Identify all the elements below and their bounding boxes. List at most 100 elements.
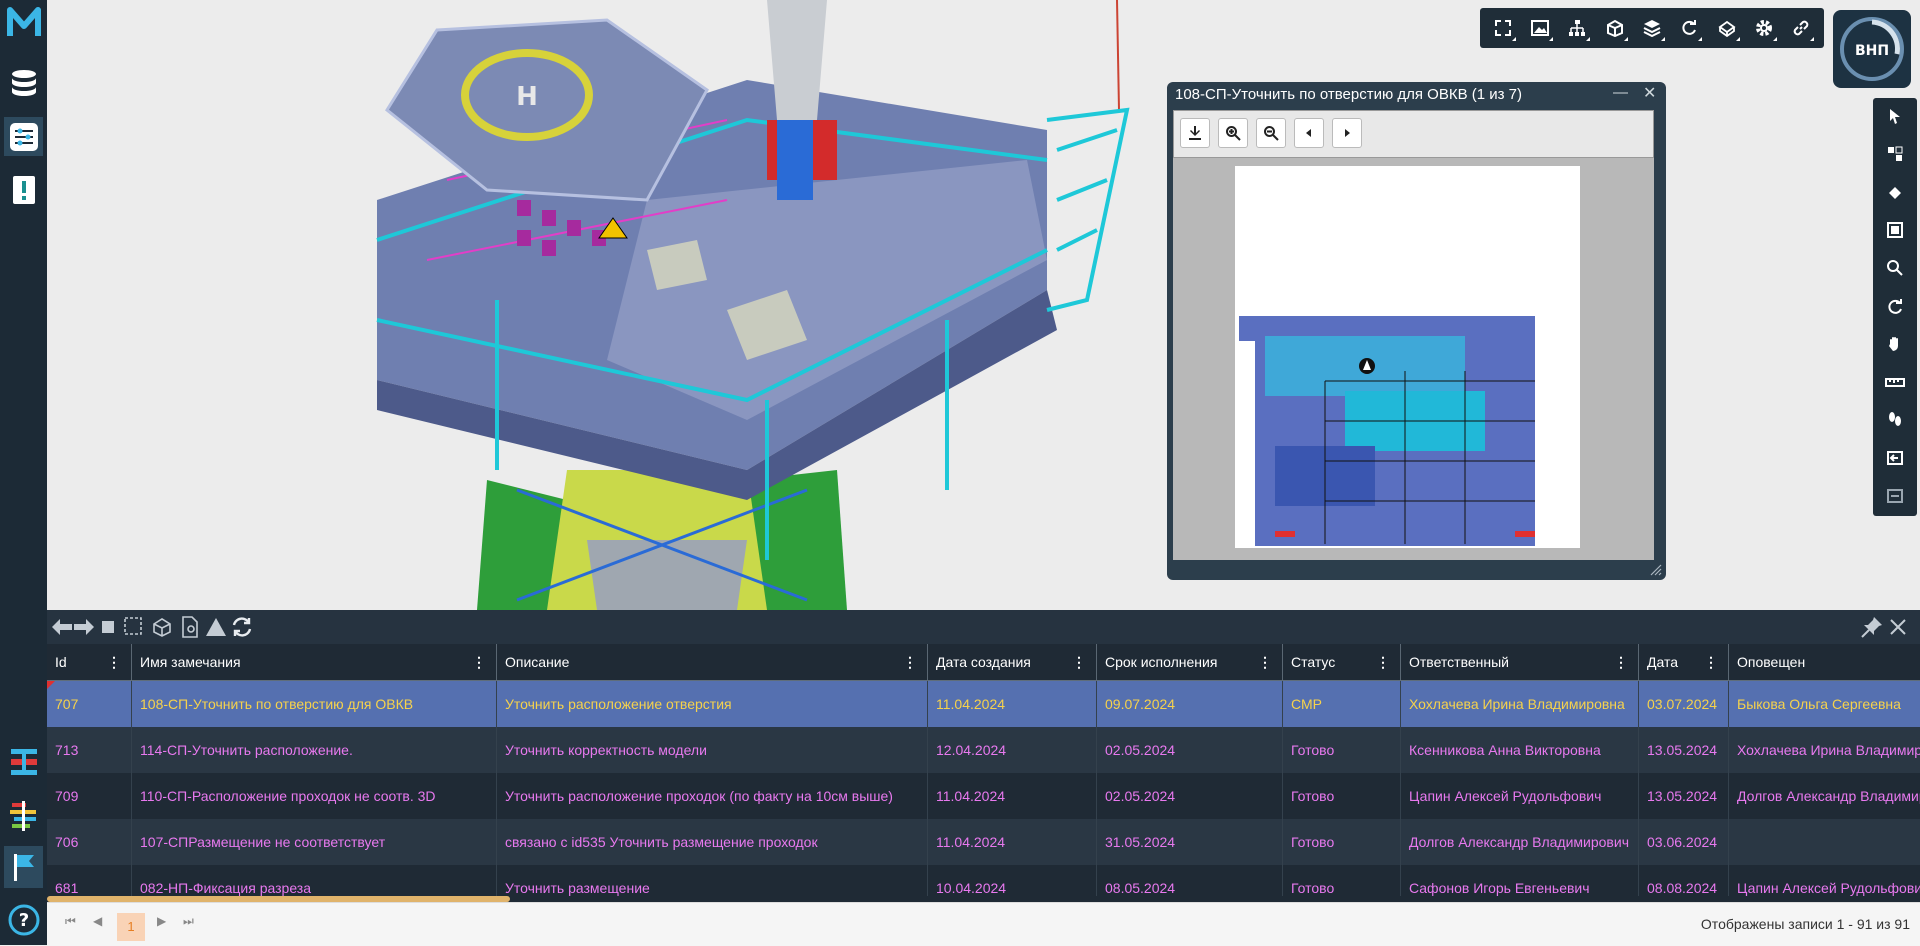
- cell-id: 713: [47, 727, 132, 773]
- pagination-bar: ⏮ ◀ 1 ▶ ⏭ Отображены записи 1 - 91 из 91: [47, 902, 1920, 946]
- isolate-icon[interactable]: [1879, 176, 1911, 208]
- pin-icon[interactable]: [1859, 614, 1885, 640]
- app-logo-icon[interactable]: [4, 2, 43, 41]
- column-header[interactable]: Ответственный ⋮: [1401, 644, 1639, 680]
- column-header[interactable]: Статус ⋮: [1283, 644, 1401, 680]
- column-header[interactable]: Имя замечания ⋮: [132, 644, 497, 680]
- fit-view-icon[interactable]: [1879, 214, 1911, 246]
- issues-table: Id ⋮ Имя замечания ⋮ Описание ⋮ Дата создан…: [47, 644, 1920, 902]
- table-row[interactable]: 707 108-СП-Уточнить по отверстию для ОВК…: [47, 681, 1920, 727]
- select-box-icon[interactable]: [95, 614, 121, 640]
- svg-text:H: H: [516, 82, 538, 112]
- document-title: 108-СП-Уточнить по отверстию для ОВКВ (1…: [1175, 86, 1523, 103]
- column-label: Срок исполнения: [1105, 654, 1218, 670]
- current-page-button[interactable]: 1: [117, 913, 145, 941]
- back-icon[interactable]: [1879, 442, 1911, 474]
- column-menu-icon[interactable]: ⋮: [107, 644, 121, 680]
- prev-page-icon[interactable]: [1294, 118, 1324, 148]
- cell-issue-name: 114-СП-Уточнить расположение.: [132, 727, 497, 773]
- close-button[interactable]: ✕: [1643, 83, 1656, 103]
- cell-created-date: 11.04.2024: [928, 681, 1097, 727]
- issues-panel-toolbar: [47, 610, 1920, 644]
- download-icon[interactable]: [1180, 118, 1210, 148]
- cell-created-date: 12.04.2024: [928, 727, 1097, 773]
- table-row[interactable]: 713 114-СП-Уточнить расположение. Уточни…: [47, 727, 1920, 773]
- hierarchy-icon[interactable]: [1561, 12, 1593, 44]
- last-page-button[interactable]: ⏭: [183, 914, 194, 929]
- zoom-out-icon[interactable]: [1256, 118, 1286, 148]
- table-row[interactable]: 706 107-СПРазмещение не соответствует св…: [47, 819, 1920, 865]
- cell-responsible: Цапин Алексей Рудольфович: [1401, 773, 1639, 819]
- column-menu-icon[interactable]: ⋮: [1072, 644, 1086, 680]
- next-page-button[interactable]: ▶: [157, 914, 166, 928]
- resize-handle-icon[interactable]: [1650, 564, 1662, 576]
- database-icon[interactable]: [4, 64, 43, 103]
- cell-id: 706: [47, 819, 132, 865]
- refresh-icon[interactable]: [229, 614, 255, 640]
- select-cursor-icon[interactable]: [1879, 100, 1911, 132]
- column-header[interactable]: Срок исполнения ⋮: [1097, 644, 1283, 680]
- table-header: Id ⋮ Имя замечания ⋮ Описание ⋮ Дата создан…: [47, 644, 1920, 681]
- cell-notified: Хохлачева Ирина Владимировна: [1737, 742, 1920, 758]
- cell-responsible: Долгов Александр Владимирович: [1401, 819, 1639, 865]
- select-area-icon[interactable]: [121, 614, 147, 640]
- help-icon[interactable]: ?: [4, 900, 43, 939]
- cell-id: 707: [47, 681, 132, 727]
- issue-report-icon[interactable]: [4, 170, 43, 209]
- cell-due-date: 09.07.2024: [1097, 681, 1283, 727]
- column-menu-icon[interactable]: ⋮: [1704, 644, 1718, 680]
- document-toolbar: [1173, 110, 1654, 158]
- prev-page-button[interactable]: ◀: [93, 914, 102, 928]
- next-page-icon[interactable]: [1332, 118, 1362, 148]
- column-menu-icon[interactable]: ⋮: [1376, 644, 1390, 680]
- gear-icon[interactable]: [1748, 12, 1780, 44]
- column-menu-icon[interactable]: ⋮: [1614, 644, 1628, 680]
- column-header[interactable]: Id ⋮: [47, 644, 132, 680]
- warning-icon[interactable]: [203, 614, 229, 640]
- zoom-icon[interactable]: [1879, 252, 1911, 284]
- cell-due-date: 02.05.2024: [1097, 773, 1283, 819]
- column-header[interactable]: Дата ⋮: [1639, 644, 1729, 680]
- fullscreen-icon[interactable]: [1487, 12, 1519, 44]
- cell-date: 13.05.2024: [1639, 773, 1729, 819]
- layers-icon[interactable]: [1636, 12, 1668, 44]
- pipeline-icon[interactable]: [4, 742, 43, 781]
- column-label: Описание: [505, 654, 570, 670]
- table-row[interactable]: 709 110-СП-Расположение проходок не соот…: [47, 773, 1920, 819]
- column-menu-icon[interactable]: ⋮: [472, 644, 486, 680]
- zoom-in-icon[interactable]: [1218, 118, 1248, 148]
- link-icon[interactable]: [1785, 12, 1817, 44]
- column-label: Ответственный: [1409, 654, 1509, 670]
- flag-icon[interactable]: [4, 846, 43, 888]
- column-header[interactable]: Оповещен: [1729, 644, 1920, 680]
- pan-hand-icon[interactable]: [1879, 328, 1911, 360]
- section-icon[interactable]: [1879, 138, 1911, 170]
- document-viewer-window[interactable]: 108-СП-Уточнить по отверстию для ОВКВ (1…: [1167, 82, 1666, 580]
- column-menu-icon[interactable]: ⋮: [1258, 644, 1272, 680]
- column-header[interactable]: Описание ⋮: [497, 644, 928, 680]
- cell-created-date: 11.04.2024: [928, 819, 1097, 865]
- cell-description: Уточнить расположение проходок (по факту…: [497, 773, 928, 819]
- cell-issue-name: 108-СП-Уточнить по отверстию для ОВКВ: [132, 681, 497, 727]
- first-page-button[interactable]: ⏮: [65, 914, 76, 929]
- orbit-icon[interactable]: [1879, 290, 1911, 322]
- document-icon[interactable]: [177, 614, 203, 640]
- measure-icon[interactable]: [1879, 366, 1911, 398]
- arrow-right-icon[interactable]: [71, 614, 97, 640]
- cell-date: 13.05.2024: [1639, 727, 1729, 773]
- close-icon[interactable]: [1885, 614, 1911, 640]
- gantt-icon[interactable]: [4, 796, 43, 835]
- minimize-button[interactable]: —: [1613, 84, 1628, 101]
- column-header[interactable]: Дата создания ⋮: [928, 644, 1097, 680]
- column-menu-icon[interactable]: ⋮: [903, 644, 917, 680]
- filter-settings-icon[interactable]: [4, 117, 43, 156]
- model-select-icon[interactable]: [149, 614, 175, 640]
- image-icon[interactable]: [1524, 12, 1556, 44]
- walk-icon[interactable]: [1879, 404, 1911, 436]
- model-icon[interactable]: [1711, 12, 1743, 44]
- collapse-icon[interactable]: [1879, 480, 1911, 512]
- document-canvas[interactable]: [1173, 158, 1654, 560]
- rotate-icon[interactable]: [1673, 12, 1705, 44]
- cube-icon[interactable]: [1599, 12, 1631, 44]
- cell-issue-name: 107-СПРазмещение не соответствует: [132, 819, 497, 865]
